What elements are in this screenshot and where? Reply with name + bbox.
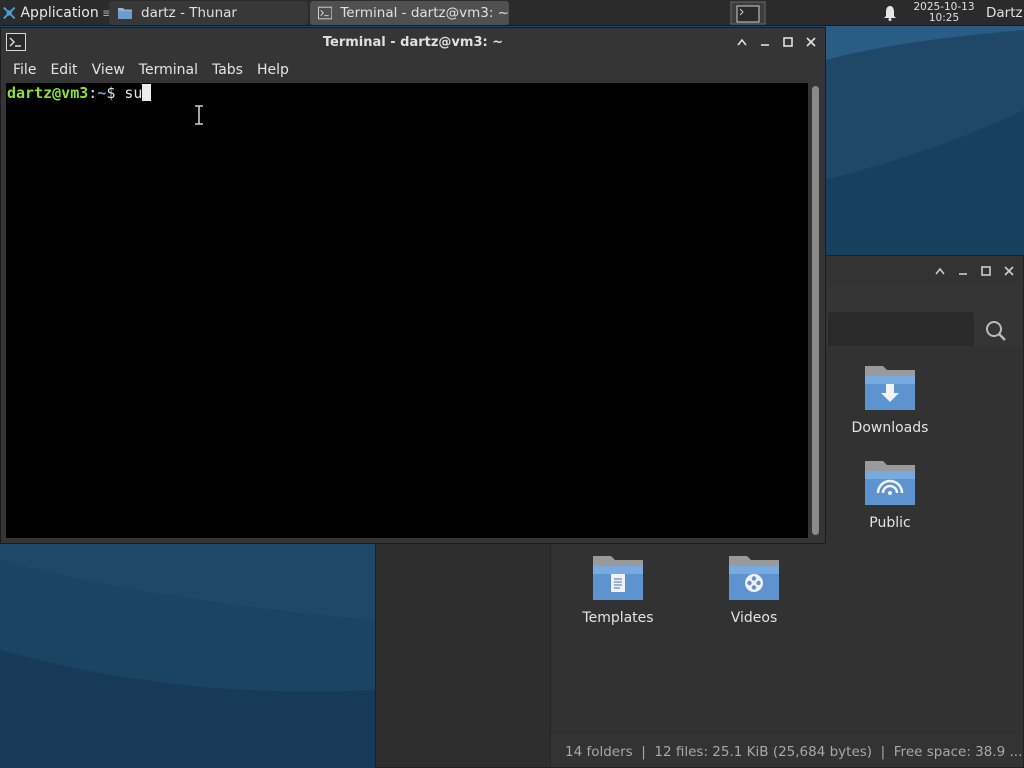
taskbar-item-terminal[interactable]: Terminal - dartz@vm3: ~ <box>310 1 509 25</box>
user-label: Dartz <box>986 5 1023 21</box>
chevron-up-icon <box>737 38 747 46</box>
folder-label: Templates <box>582 610 654 626</box>
bell-icon <box>884 6 896 21</box>
maximize-button[interactable] <box>976 261 996 281</box>
public-folder-icon <box>865 461 915 505</box>
prompt-symbol: $ <box>106 84 116 102</box>
minimize-icon <box>959 273 967 275</box>
workspace-preview-icon <box>730 1 766 25</box>
close-icon <box>806 37 816 47</box>
close-button[interactable] <box>801 32 821 52</box>
close-icon <box>1004 266 1014 276</box>
shade-button[interactable] <box>732 32 752 52</box>
top-panel: Applications ≡ dartz - Thunar Terminal -… <box>0 0 1024 26</box>
minimize-icon <box>761 44 769 46</box>
path-bar[interactable] <box>828 312 974 348</box>
close-button[interactable] <box>999 261 1019 281</box>
status-text: 14 folders | 12 files: 25.1 KiB (25,684 … <box>565 743 1023 760</box>
menu-terminal[interactable]: Terminal <box>132 62 205 78</box>
scrollbar-thumb[interactable] <box>812 86 819 535</box>
minimize-button[interactable] <box>755 32 775 52</box>
menu-edit[interactable]: Edit <box>43 62 84 78</box>
terminal-output[interactable]: dartz@vm3:~$ su <box>6 83 808 538</box>
terminal-titlebar[interactable]: Terminal - dartz@vm3: ~ <box>1 28 825 57</box>
minimize-button[interactable] <box>953 261 973 281</box>
notifications-button[interactable] <box>878 0 902 26</box>
chevron-up-icon <box>935 267 945 275</box>
maximize-icon <box>981 266 991 276</box>
prompt-colon: : <box>88 84 98 102</box>
workspace-switcher[interactable] <box>722 0 774 26</box>
folder-item-downloads[interactable]: Downloads <box>840 362 940 436</box>
menu-tabs[interactable]: Tabs <box>205 62 250 78</box>
terminal-icon <box>318 6 333 20</box>
folder-item-videos[interactable]: Videos <box>704 552 804 626</box>
shade-button[interactable] <box>930 261 950 281</box>
clock[interactable]: 2025-10-13 10:25 <box>908 0 980 26</box>
folder-label: Public <box>869 515 911 531</box>
folder-label: Videos <box>730 610 778 626</box>
search-icon <box>986 321 1006 341</box>
folder-label: Downloads <box>851 420 929 436</box>
applications-menu-button[interactable]: Applications ≡ <box>0 0 112 26</box>
prompt-line: dartz@vm3:~$ su <box>7 84 152 102</box>
command-text: su <box>124 84 143 102</box>
menu-view[interactable]: View <box>85 62 132 78</box>
thunar-statusbar: 14 folders | 12 files: 25.1 KiB (25,684 … <box>551 736 1023 767</box>
terminal-window: Terminal - dartz@vm3: ~ File Edit View T… <box>0 27 826 544</box>
folder-item-public[interactable]: Public <box>840 457 940 531</box>
terminal-menubar: File Edit View Terminal Tabs Help <box>1 57 825 82</box>
terminal-scrollbar[interactable] <box>809 83 823 538</box>
text-cursor <box>142 84 152 101</box>
prompt-user: dartz@vm3 <box>7 84 89 102</box>
clock-time: 10:25 <box>928 12 960 24</box>
user-menu-button[interactable]: Dartz <box>986 0 1024 26</box>
search-button[interactable] <box>981 316 1011 346</box>
window-title: Terminal - dartz@vm3: ~ <box>322 35 504 50</box>
maximize-button[interactable] <box>778 32 798 52</box>
menu-help[interactable]: Help <box>250 62 296 78</box>
applications-label: Applications <box>20 5 98 21</box>
taskbar-item-thunar[interactable]: dartz - Thunar <box>109 1 308 25</box>
videos-folder-icon <box>729 556 779 600</box>
folder-item-templates[interactable]: Templates <box>568 552 668 626</box>
folder-icon <box>118 8 132 19</box>
taskbar-item-label: Terminal - dartz@vm3: ~ <box>340 5 509 21</box>
maximize-icon <box>783 37 793 47</box>
downloads-folder-icon <box>865 366 915 410</box>
menu-file[interactable]: File <box>6 62 43 78</box>
xfce-logo-icon <box>3 6 16 20</box>
templates-folder-icon <box>593 556 643 600</box>
prompt-path: ~ <box>97 84 107 102</box>
taskbar-item-label: dartz - Thunar <box>141 5 237 21</box>
ibeam-cursor-icon <box>195 105 203 125</box>
